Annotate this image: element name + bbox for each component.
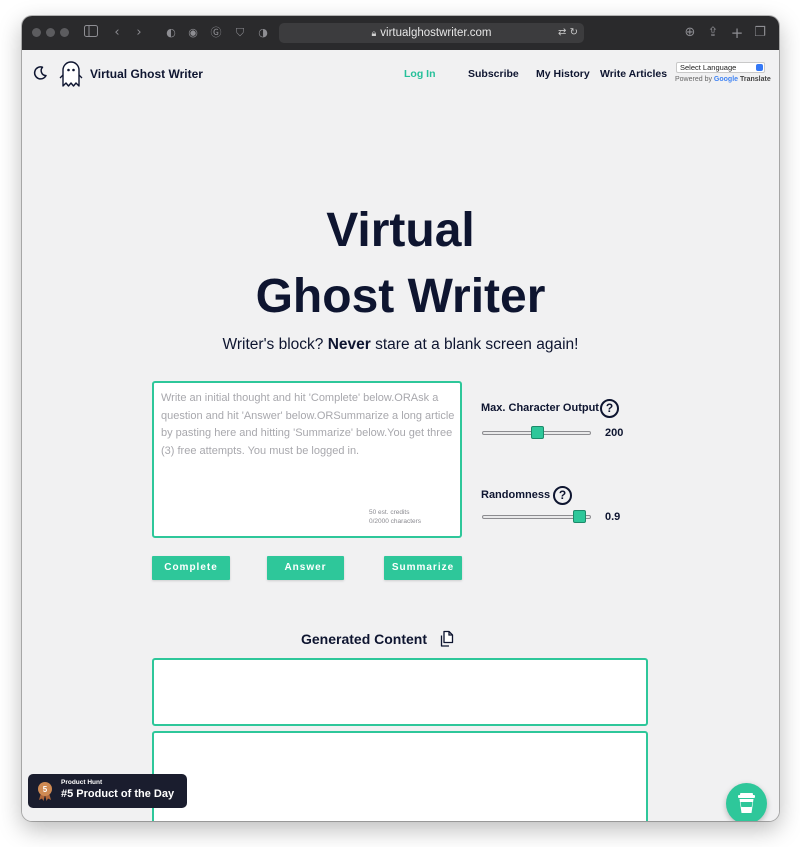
- generated-content-title: Generated Content: [301, 631, 428, 647]
- back-icon[interactable]: ‹: [109, 25, 125, 41]
- complete-button[interactable]: Complete: [152, 556, 230, 580]
- nav-login-link[interactable]: Log In: [404, 68, 436, 80]
- dark-mode-toggle-icon[interactable]: [32, 65, 48, 81]
- reload-icon[interactable]: ↻: [570, 27, 578, 38]
- prompt-textarea[interactable]: Write an initial thought and hit 'Comple…: [152, 381, 462, 538]
- product-hunt-badge[interactable]: 5 Product Hunt #5 Product of the Day: [28, 774, 187, 808]
- randomness-slider[interactable]: [482, 510, 591, 523]
- lock-icon: 🔒︎: [371, 29, 377, 39]
- tagline: Writer's block? Never stare at a blank s…: [222, 336, 579, 353]
- page-content: Virtual Ghost Writer Log In Subscribe My…: [22, 50, 779, 821]
- generated-content-output-box[interactable]: [152, 731, 648, 821]
- svg-text:5: 5: [43, 785, 48, 794]
- new-tab-icon[interactable]: +: [729, 25, 745, 41]
- extension-grammar-icon[interactable]: Ⓖ: [208, 25, 224, 41]
- randomness-label: Randomness: [481, 489, 551, 501]
- address-bar[interactable]: 🔒︎ virtualghostwriter.com ⇄ ↻: [279, 23, 584, 43]
- url-text: virtualghostwriter.com: [380, 27, 492, 39]
- buy-me-a-coffee-button[interactable]: [726, 783, 767, 821]
- share-icon[interactable]: ⇪: [705, 25, 721, 41]
- credits-estimate: 50 est. credits: [369, 509, 410, 516]
- tab-overview-icon[interactable]: ❐: [752, 25, 768, 41]
- zoom-window-button[interactable]: [60, 28, 69, 37]
- privacy-report-icon[interactable]: ◑: [255, 25, 271, 41]
- extension-1-icon[interactable]: ◐: [163, 25, 179, 41]
- max-character-label: Max. Character Output: [481, 402, 599, 414]
- answer-button[interactable]: Answer: [267, 556, 344, 580]
- ghost-logo-icon[interactable]: [59, 58, 83, 90]
- language-select[interactable]: Select Language: [676, 62, 765, 73]
- coffee-cup-icon: [738, 793, 755, 813]
- hero-title-line1: Virtual: [326, 204, 475, 257]
- extension-2-icon[interactable]: ◉: [185, 25, 201, 41]
- character-counter: 0/2000 characters: [369, 518, 422, 525]
- chevron-updown-icon: [756, 64, 763, 71]
- language-select-value: Select Language: [680, 63, 737, 72]
- medal-icon: 5: [38, 782, 52, 801]
- max-character-value: 200: [605, 427, 624, 439]
- tagline-emphasis: Never: [327, 336, 371, 353]
- google-translate-attribution: Powered by Google Translate: [675, 76, 771, 83]
- randomness-slider-thumb[interactable]: [573, 510, 587, 523]
- product-hunt-label: Product Hunt: [61, 779, 103, 786]
- close-window-button[interactable]: [32, 28, 41, 37]
- randomness-value: 0.9: [605, 511, 621, 523]
- browser-window: ‹ › ◐ ◉ Ⓖ ⛉ ◑ 🔒︎ virtualghostwriter.com ⇄…: [22, 16, 779, 821]
- randomness-help-icon[interactable]: ?: [553, 486, 572, 505]
- nav-write-articles-link[interactable]: Write Articles: [600, 68, 667, 80]
- prompt-placeholder: Write an initial thought and hit 'Comple…: [161, 392, 455, 457]
- brand-name[interactable]: Virtual Ghost Writer: [90, 67, 203, 81]
- max-character-slider-thumb[interactable]: [530, 426, 544, 439]
- hero-title-line2: Ghost Writer: [255, 270, 546, 323]
- max-character-slider[interactable]: [482, 426, 591, 439]
- downloads-icon[interactable]: ⊕: [682, 25, 698, 41]
- browser-toolbar: ‹ › ◐ ◉ Ⓖ ⛉ ◑ 🔒︎ virtualghostwriter.com ⇄…: [22, 16, 779, 50]
- product-hunt-rank: #5 Product of the Day: [61, 788, 175, 800]
- forward-icon[interactable]: ›: [131, 25, 147, 41]
- copy-icon[interactable]: [438, 630, 456, 648]
- nav-subscribe-link[interactable]: Subscribe: [468, 68, 519, 80]
- summarize-button[interactable]: Summarize: [384, 556, 462, 580]
- nav-history-link[interactable]: My History: [536, 68, 590, 80]
- translate-icon[interactable]: ⇄: [558, 27, 566, 38]
- extension-shield-icon[interactable]: ⛉: [232, 25, 248, 41]
- sidebar-toggle-icon[interactable]: [83, 25, 99, 41]
- max-character-help-icon[interactable]: ?: [600, 399, 619, 418]
- minimize-window-button[interactable]: [46, 28, 55, 37]
- generated-content-summary-box[interactable]: [152, 658, 648, 726]
